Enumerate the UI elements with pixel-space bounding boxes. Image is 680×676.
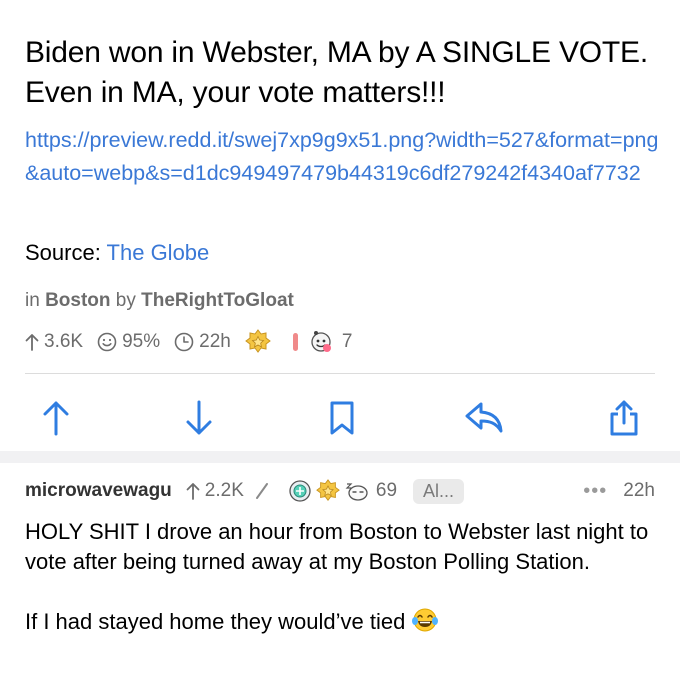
post-link[interactable]: https://preview.redd.it/swej7xp9g9x51.pn…	[25, 124, 665, 190]
upvote-ratio: 95%	[122, 331, 161, 352]
smiley-icon	[97, 332, 117, 352]
more-options-button[interactable]: •••	[583, 480, 607, 503]
section-divider	[0, 451, 680, 463]
arrow-down-icon	[186, 400, 212, 435]
share-icon	[610, 400, 638, 436]
award-count: 7	[341, 331, 353, 352]
arrow-up-icon	[186, 483, 200, 500]
source-link[interactable]: The Globe	[107, 240, 210, 265]
post-stats: 3.6K 95% 22h 7	[25, 327, 352, 357]
comment-score-stat: 2.2K	[186, 480, 244, 502]
post-source: Source: The Globe	[25, 238, 209, 268]
comment-score: 2.2K	[204, 480, 244, 501]
comment-body: HOLY SHIT I drove an hour from Boston to…	[25, 517, 665, 671]
comment-header: microwavewagu 2.2K 69 Al... ••• 22h	[25, 476, 655, 506]
bookmark-icon	[330, 401, 354, 435]
age-stat: 22h	[174, 331, 231, 353]
comment-age: 22h	[623, 480, 655, 501]
clock-icon	[174, 332, 194, 352]
comment-paragraph-last: If I had stayed home they would’ve tied	[25, 607, 665, 641]
post-actions-bar	[0, 386, 680, 450]
author-link[interactable]: TheRightToGloat	[141, 290, 294, 311]
post-age: 22h	[199, 331, 231, 352]
post-title[interactable]: Biden won in Webster, MA by A SINGLE VOT…	[25, 33, 665, 113]
comment-author[interactable]: microwavewagu	[25, 480, 172, 502]
reply-button[interactable]	[460, 394, 508, 442]
upvote-stat: 3.6K	[25, 331, 83, 353]
upvote-count: 3.6K	[44, 331, 84, 352]
comment-paragraph-text: If I had stayed home they would’ve tied	[25, 609, 406, 634]
user-flair: Al...	[413, 478, 465, 504]
arrow-up-icon	[25, 334, 39, 351]
downvote-button[interactable]	[175, 394, 223, 442]
share-button[interactable]	[600, 394, 648, 442]
save-button[interactable]	[318, 394, 366, 442]
sleepy-award-icon[interactable]	[344, 479, 370, 503]
meta-in: in	[25, 290, 40, 311]
post-meta: in Boston by TheRightToGloat	[25, 288, 294, 314]
platinum-award-icon[interactable]	[288, 479, 312, 503]
gold-award-icon[interactable]	[316, 479, 340, 503]
comment-paragraph: HOLY SHIT I drove an hour from Boston to…	[25, 519, 649, 574]
wholesome-award-icon[interactable]	[308, 329, 334, 355]
meta-by: by	[115, 290, 136, 311]
laughing-tears-emoji-icon	[411, 607, 439, 641]
ratio-stat: 95%	[97, 331, 160, 353]
source-label: Source:	[25, 240, 101, 265]
subreddit-link[interactable]: Boston	[45, 290, 110, 311]
pencil-icon	[255, 483, 268, 499]
upvote-button[interactable]	[32, 394, 80, 442]
reply-icon	[465, 402, 503, 433]
award-pill	[292, 333, 298, 351]
stats-divider	[25, 373, 655, 374]
gold-award-icon[interactable]	[244, 329, 271, 355]
arrow-up-icon	[43, 401, 69, 436]
comment-award-count: 69	[375, 480, 398, 501]
